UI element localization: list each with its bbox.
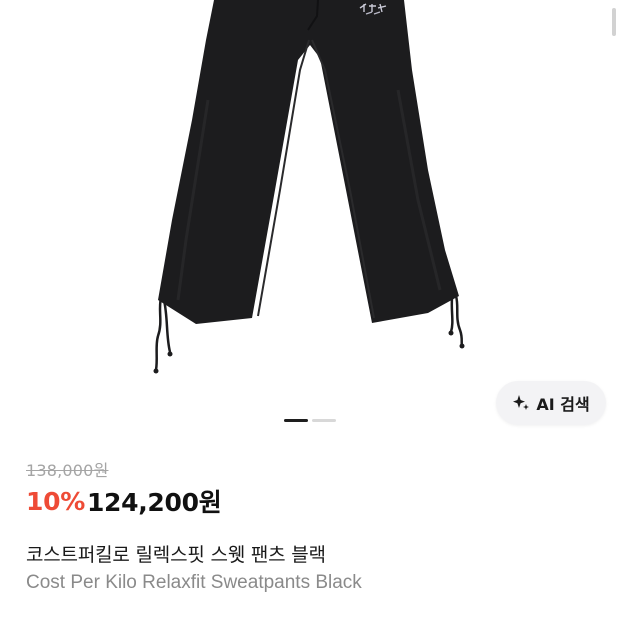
original-price: 138,000원	[26, 461, 109, 480]
product-image-carousel[interactable]	[0, 0, 620, 440]
product-title-english: Cost Per Kilo Relaxfit Sweatpants Black	[26, 572, 362, 593]
carousel-dot-active[interactable]	[284, 419, 308, 422]
ai-search-label: AI 검색	[536, 395, 590, 414]
carousel-dot[interactable]	[312, 419, 336, 422]
carousel-indicators	[0, 419, 620, 425]
product-image	[153, 0, 465, 374]
sparkle-icon	[512, 394, 530, 412]
product-title-korean: 코스트퍼킬로 릴렉스핏 스웻 팬츠 블랙	[26, 544, 326, 566]
left-drawstring	[153, 297, 173, 374]
sale-price: 124,200원	[86, 488, 222, 517]
discount-rate: 10%	[26, 486, 85, 516]
right-drawstring	[448, 295, 465, 349]
scrollbar-thumb[interactable]	[612, 8, 616, 36]
price-row: 10% 124,200원	[26, 484, 222, 518]
